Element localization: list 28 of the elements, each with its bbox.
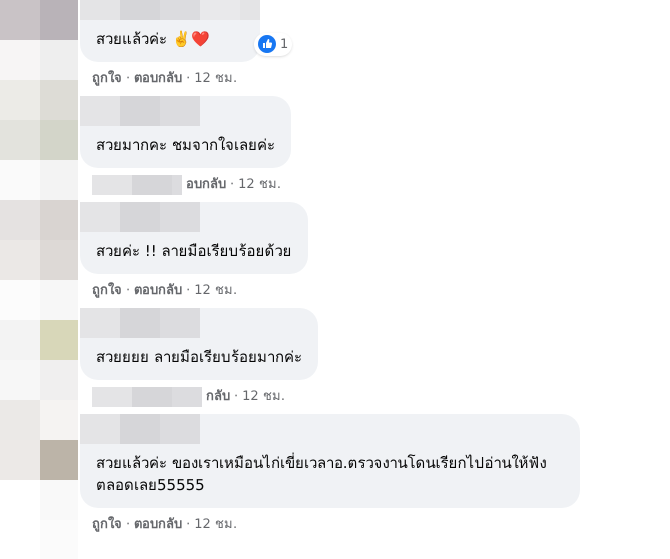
comment-text: สวยแล้วค่ะ ของเราเหมือนไก่เขี่ยเวลาอ.ตรวจงานโดนเรียกไปอ่านให้ฟังตลอดเลย55555 — [95, 452, 548, 496]
separator-dot: · — [126, 516, 130, 534]
like-link[interactable]: ถูกใจ — [92, 281, 122, 301]
separator-dot: · — [126, 70, 130, 88]
comment-time: 12 ชม. — [194, 516, 238, 534]
separator-dot: · — [186, 282, 190, 300]
reply-link[interactable]: ตอบกลับ — [134, 69, 182, 89]
separator-dot: · — [186, 70, 190, 88]
separator-dot: · — [234, 388, 238, 406]
comment-text: สวยมากคะ ชมจากใจเลยค่ะ — [95, 135, 276, 156]
like-link[interactable]: ถูกใจ — [92, 515, 122, 535]
like-link[interactable]: ถูกใจ — [92, 69, 122, 89]
separator-dot: · — [126, 282, 130, 300]
comment-time: 12 ชม. — [242, 388, 285, 406]
separator-dot: · — [230, 176, 234, 194]
comment-text: สวยค่ะ !! ลายมือเรียบร้อยด้วย — [95, 241, 293, 262]
comment-text: สวยยยย ลายมือเรียบร้อยมากค่ะ — [95, 347, 303, 368]
reply-link[interactable]: กลับ — [206, 387, 230, 407]
reply-link[interactable]: อบกลับ — [186, 175, 226, 195]
comment-time: 12 ชม. — [238, 176, 281, 194]
comment-text: สวยแล้วค่ะ ✌❤ — [95, 29, 211, 50]
reply-link[interactable]: ตอบกลับ — [134, 515, 182, 535]
comment-time: 12 ชม. — [194, 282, 238, 300]
reply-link[interactable]: ตอบกลับ — [134, 281, 182, 301]
separator-dot: · — [186, 516, 190, 534]
reaction-count: 1 — [280, 36, 288, 54]
comment-time: 12 ชม. — [194, 70, 238, 88]
thumbs-up-icon — [258, 35, 276, 54]
